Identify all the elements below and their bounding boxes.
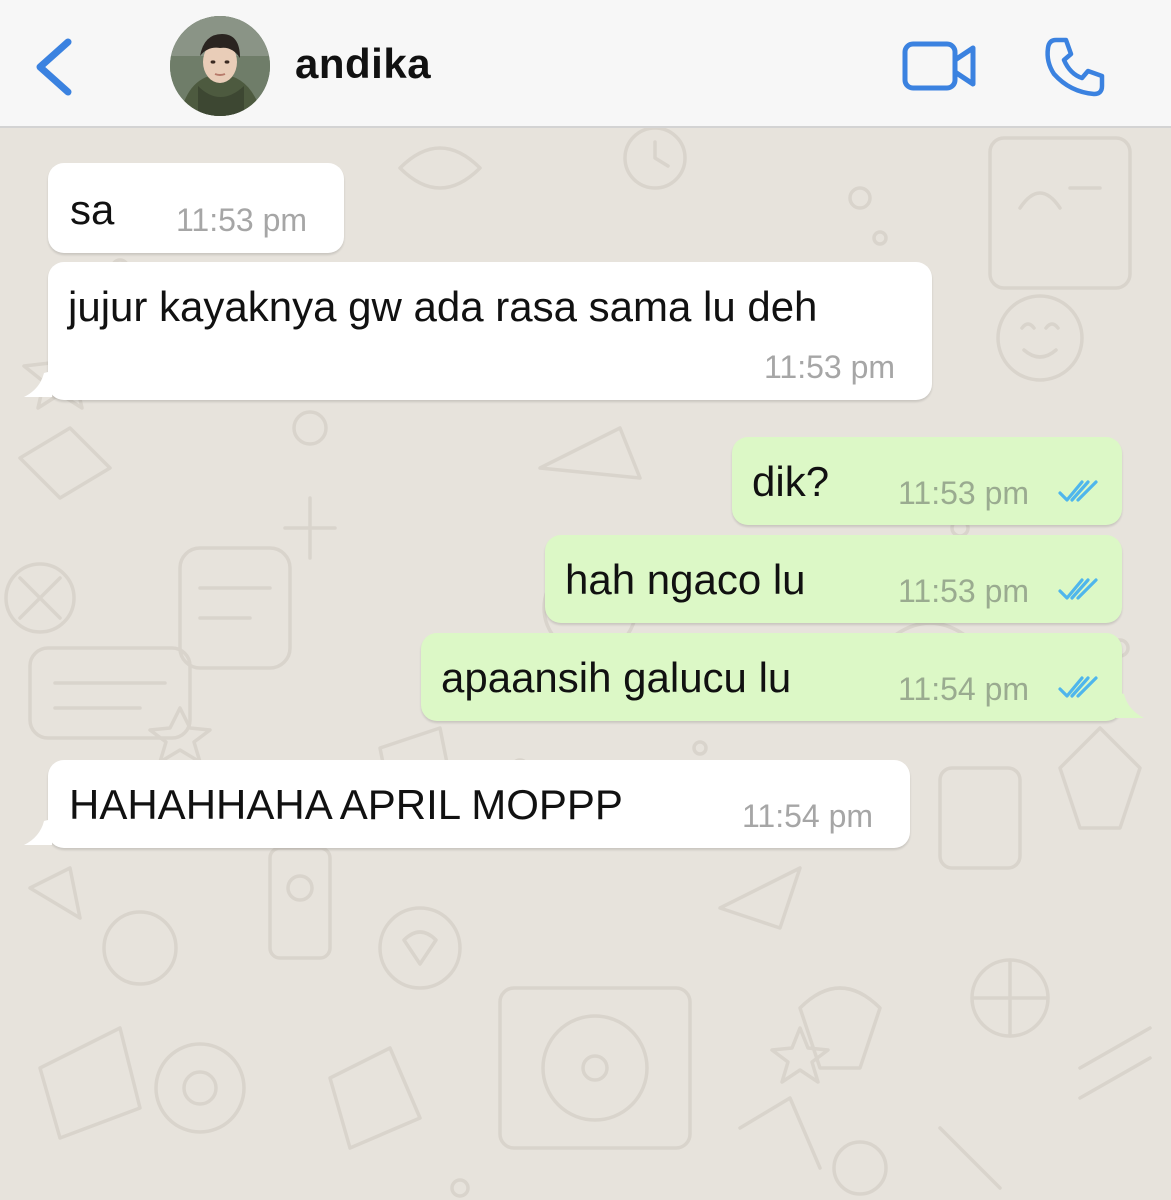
message-text: jujur kayaknya gw ada rasa sama lu deh xyxy=(68,283,818,330)
message-text: apaansih galucu lu xyxy=(441,654,792,701)
message-time: 11:53 pm xyxy=(898,475,1030,511)
bubble-tail xyxy=(24,371,52,397)
back-button[interactable] xyxy=(28,34,80,100)
read-receipt-icon xyxy=(1058,578,1098,600)
message-text: hah ngaco lu xyxy=(565,556,806,603)
message-bubble[interactable]: jujur kayaknya gw ada rasa sama lu deh 1… xyxy=(48,262,932,400)
message-text: HAHAHHAHA APRIL MOPPP xyxy=(69,781,623,828)
chevron-left-icon xyxy=(36,38,72,96)
video-camera-icon xyxy=(902,41,976,91)
avatar[interactable] xyxy=(170,16,270,116)
message-time: 11:53 pm xyxy=(898,573,1030,609)
voice-call-button[interactable] xyxy=(1042,34,1106,98)
video-call-button[interactable] xyxy=(900,38,980,94)
message-bubble[interactable]: apaansih galucu lu 11:54 pm xyxy=(421,633,1122,721)
contact-name[interactable]: andika xyxy=(295,40,431,88)
chat-header: andika xyxy=(0,0,1171,128)
read-receipt-icon xyxy=(1058,480,1098,502)
bubble-tail xyxy=(24,819,52,845)
message-bubble[interactable]: HAHAHHAHA APRIL MOPPP 11:54 pm xyxy=(48,760,910,848)
phone-icon xyxy=(1045,37,1105,97)
message-bubble[interactable]: hah ngaco lu 11:53 pm xyxy=(545,535,1122,623)
message-text: dik? xyxy=(752,458,830,505)
message-text: sa xyxy=(70,186,115,233)
avatar-photo xyxy=(170,16,270,116)
bubble-tail xyxy=(1116,692,1144,718)
message-bubble[interactable]: dik? 11:53 pm xyxy=(732,437,1122,525)
message-time: 11:54 pm xyxy=(742,798,874,834)
read-receipt-icon xyxy=(1058,676,1098,698)
message-time: 11:53 pm xyxy=(764,349,896,385)
message-bubble[interactable]: sa 11:53 pm xyxy=(48,163,344,253)
message-time: 11:54 pm xyxy=(898,671,1030,707)
message-time: 11:53 pm xyxy=(176,202,308,238)
